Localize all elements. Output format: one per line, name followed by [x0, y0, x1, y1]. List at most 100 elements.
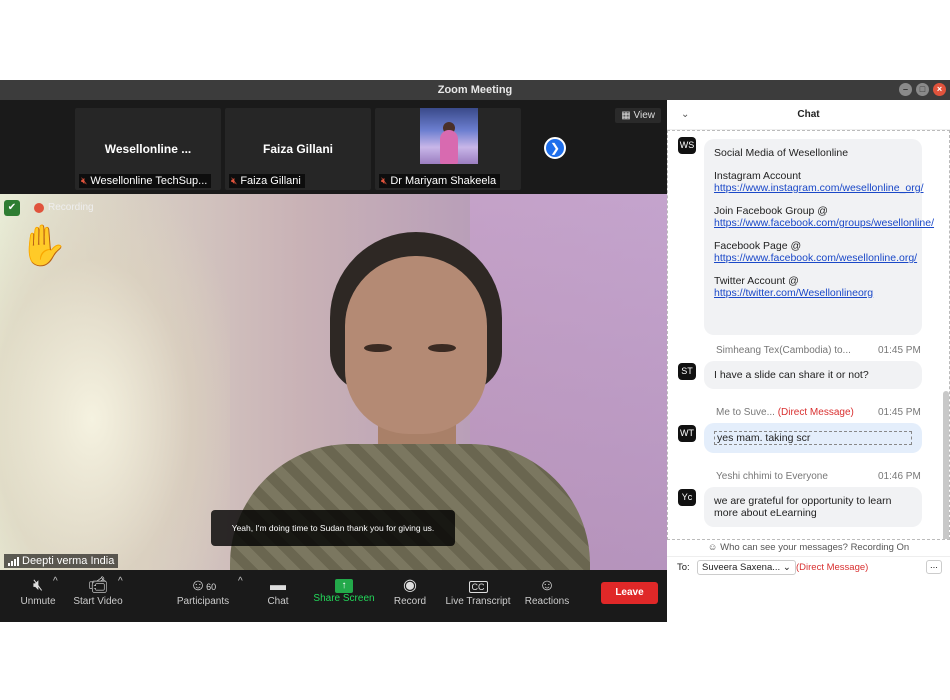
participants-label: Participants — [176, 596, 230, 607]
mic-off-icon: 🔇︎ — [231, 175, 238, 187]
view-button[interactable]: ▦ View — [615, 108, 661, 123]
start-video-label: Start Video — [73, 596, 123, 607]
message-meta: Yeshi chhimi to Everyone 01:46 PM — [716, 471, 921, 482]
message-bubble[interactable]: yes mam. taking scr — [704, 423, 922, 453]
speaker-eye — [364, 344, 392, 352]
chat-title: Chat — [797, 109, 820, 120]
unmute-button[interactable]: 🔇︎ Unmute — [18, 576, 58, 607]
smiley-icon: ☺ — [538, 577, 556, 594]
close-icon[interactable]: × — [933, 83, 946, 96]
grid-icon: ▦ — [621, 110, 631, 121]
speaker-body — [230, 444, 590, 570]
direct-message-label: (Direct Message) — [796, 562, 869, 573]
chevron-down-icon: ⌄ — [782, 562, 791, 573]
message-time: 01:45 PM — [878, 345, 921, 356]
recipient-row: To: Suveera Saxena... ⌄ (Direct Message)… — [667, 556, 950, 578]
more-options-button[interactable]: ... — [926, 560, 942, 574]
message-bubble: Social Media of Wesellonline Instagram A… — [704, 139, 934, 335]
message-sender[interactable]: Me to Suve... — [716, 407, 775, 418]
message-meta: Simheang Tex(Cambodia) to... 01:45 PM — [716, 345, 921, 356]
privacy-note-text: Who can see your messages? Recording On — [720, 542, 910, 553]
maximize-icon[interactable]: □ — [916, 83, 929, 96]
chat-messages[interactable]: WS Social Media of Wesellonline Instagra… — [667, 130, 950, 540]
tile-label: 🔇︎ Wesellonline TechSup... — [79, 174, 212, 188]
to-label: To: — [677, 562, 690, 573]
avatar: WT — [678, 425, 696, 442]
twitter-link[interactable]: https://twitter.com/Wesellonlineorg — [714, 287, 873, 299]
reactions-button[interactable]: ☺ Reactions — [523, 576, 571, 607]
message-sender[interactable]: Yeshi chhimi to Everyone — [716, 471, 828, 482]
facebook-page-link[interactable]: https://www.facebook.com/wesellonline.or… — [714, 252, 917, 264]
instagram-link[interactable]: https://www.instagram.com/wesellonline_o… — [714, 182, 924, 194]
facebook-group-link[interactable]: https://www.facebook.com/groups/wesellon… — [714, 217, 934, 229]
chevron-up-icon[interactable]: ^ — [238, 576, 243, 587]
chat-label: Chat — [267, 596, 289, 607]
signal-icon — [8, 556, 19, 566]
participants-count: 60 — [206, 582, 217, 592]
chat-bubble-icon: ▬ — [270, 577, 286, 594]
window-title: Zoom Meeting — [437, 84, 513, 96]
live-transcript-label: Live Transcript — [445, 596, 511, 607]
avatar: ST — [678, 363, 696, 380]
participant-photo — [420, 108, 478, 164]
shield-icon[interactable]: ✔ — [4, 200, 20, 216]
message-sender[interactable]: Simheang Tex(Cambodia) to... — [716, 345, 851, 356]
message-time: 01:46 PM — [878, 471, 921, 482]
chat-header: ⌄ Chat — [667, 100, 950, 130]
chat-button[interactable]: ▬ Chat — [262, 576, 294, 607]
mic-off-icon: 🔇︎ — [381, 175, 388, 187]
raised-hand-icon: ✋ — [18, 224, 68, 268]
message-bubble: I have a slide can share it or not? — [704, 361, 922, 389]
message-meta: Me to Suve... (Direct Message) 01:45 PM — [716, 407, 921, 418]
speaker-name-tag: Deepti verma India — [4, 554, 119, 568]
message-text: Facebook Page @ — [714, 240, 802, 252]
participants-button[interactable]: ☺︎60 Participants — [172, 576, 234, 607]
participant-tile[interactable]: Faiza Gillani 🔇︎ Faiza Gillani — [225, 108, 371, 190]
window-controls: – □ × — [899, 83, 946, 96]
mic-off-icon: 🔇︎ — [81, 175, 88, 187]
minimize-icon[interactable]: – — [899, 83, 912, 96]
chat-panel: ⌄ Chat WS Social Media of Wesellonline I… — [667, 100, 950, 622]
tile-display-name: Wesellonline ... — [104, 142, 192, 156]
people-icon: ☺︎ — [707, 542, 718, 553]
title-bar: Zoom Meeting – □ × — [0, 80, 950, 100]
tile-label: 🔇︎ Faiza Gillani — [229, 174, 305, 188]
participants-icon: ☺︎60 — [189, 577, 217, 594]
record-button[interactable]: ◉ Record — [391, 576, 429, 607]
tile-label: 🔇︎ Dr Mariyam Shakeela — [379, 174, 501, 188]
avatar: Yc — [678, 489, 696, 506]
unmute-label: Unmute — [20, 596, 56, 607]
chevron-right-icon[interactable]: ❯ — [544, 137, 566, 159]
meeting-toolbar: 🔇︎ Unmute ^ 📹︎ Start Video ^ ☺︎60 Partic… — [0, 570, 667, 622]
chat-scrollbar[interactable] — [943, 391, 949, 539]
share-screen-label: Share Screen — [313, 593, 375, 604]
chevron-down-icon[interactable]: ⌄ — [681, 100, 689, 130]
recipient-name: Suveera Saxena... — [702, 562, 781, 573]
share-screen-button[interactable]: ↑ Share Screen — [312, 576, 376, 604]
cc-icon: CC — [443, 576, 513, 596]
message-time: 01:45 PM — [878, 407, 921, 418]
leave-button[interactable]: Leave — [601, 582, 658, 604]
zoom-window: Zoom Meeting – □ × Wesellonline ... 🔇︎ W… — [0, 80, 950, 622]
participant-tile[interactable]: 🔇︎ Dr Mariyam Shakeela — [375, 108, 521, 190]
chevron-up-icon[interactable]: ^ — [118, 576, 123, 587]
record-icon: ◉ — [403, 577, 417, 594]
direct-message-tag: (Direct Message) — [777, 407, 854, 418]
tile-label-text: Dr Mariyam Shakeela — [390, 175, 497, 187]
recording-indicator[interactable]: Recording — [34, 202, 94, 213]
tile-display-name: Faiza Gillani — [262, 142, 334, 156]
reactions-label: Reactions — [524, 596, 570, 607]
tile-label-text: Faiza Gillani — [240, 175, 301, 187]
message-text[interactable]: yes mam. taking scr — [714, 431, 912, 445]
privacy-note[interactable]: ☺︎ Who can see your messages? Recording … — [667, 540, 950, 556]
view-label: View — [633, 110, 656, 121]
participant-tile[interactable]: Wesellonline ... 🔇︎ Wesellonline TechSup… — [75, 108, 221, 190]
record-label: Record — [393, 596, 427, 607]
recipient-select[interactable]: Suveera Saxena... ⌄ — [697, 560, 796, 575]
live-transcript-button[interactable]: CC Live Transcript — [443, 576, 513, 607]
message-bubble: we are grateful for opportunity to learn… — [704, 487, 922, 527]
speaker-name: Deepti verma India — [22, 555, 115, 567]
avatar: WS — [678, 137, 696, 154]
chevron-up-icon[interactable]: ^ — [53, 576, 58, 587]
recording-label: Recording — [48, 202, 94, 213]
